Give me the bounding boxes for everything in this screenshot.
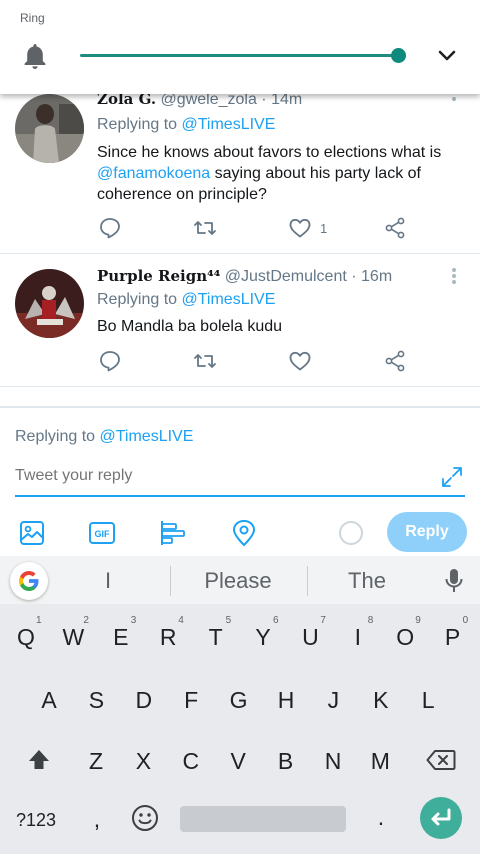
more-options-icon[interactable] (451, 267, 457, 285)
bell-icon[interactable] (22, 42, 48, 70)
key-y[interactable]: Y (243, 624, 283, 651)
key-r[interactable]: R (148, 624, 188, 651)
svg-text:GIF: GIF (95, 529, 111, 539)
composer-replying-to: Replying to @TimesLIVE (15, 428, 194, 445)
volume-panel: Ring (0, 0, 480, 94)
google-icon[interactable] (10, 562, 48, 600)
key-f[interactable]: F (171, 687, 211, 714)
expand-editor-icon[interactable] (440, 465, 464, 489)
mention-link[interactable]: @TimesLIVE (182, 116, 276, 133)
suggestion-1[interactable]: I (88, 568, 128, 594)
retweet-icon[interactable] (193, 216, 217, 240)
key-hint: 1 (36, 615, 42, 626)
key-hint: 6 (273, 615, 279, 626)
volume-stream-label: Ring (20, 11, 45, 25)
like-icon[interactable] (288, 216, 312, 240)
key-l[interactable]: L (408, 687, 448, 714)
key-o[interactable]: O (385, 624, 425, 651)
timestamp: · 16m (351, 268, 393, 285)
key-hint: 7 (320, 615, 326, 626)
replying-to-line: Replying to @TimesLIVE (97, 116, 276, 133)
suggestion-divider (170, 566, 171, 596)
key-hint: 8 (367, 615, 374, 626)
key-w[interactable]: W (53, 624, 93, 651)
chevron-down-icon[interactable] (436, 48, 458, 64)
enter-key[interactable] (420, 797, 462, 839)
key-hint: 5 (225, 615, 232, 626)
comma-key[interactable]: , (77, 806, 117, 833)
suggestion-2[interactable]: Please (188, 568, 288, 594)
volume-slider-thumb[interactable] (391, 48, 406, 63)
shift-icon[interactable] (27, 748, 51, 772)
replying-to-line: Replying to @TimesLIVE (97, 291, 276, 308)
key-g[interactable]: G (219, 687, 259, 714)
suggestion-3[interactable]: The (327, 568, 407, 594)
key-p[interactable]: P (433, 624, 473, 651)
display-name[interactable]: Purple Reign⁴⁴ (97, 267, 220, 285)
photo-icon[interactable] (18, 519, 46, 547)
key-x[interactable]: X (123, 748, 163, 775)
reply-icon[interactable] (98, 216, 122, 240)
tweet-item[interactable]: Zola G. @gwele_zola · 14m Replying to @T… (0, 86, 480, 254)
location-icon[interactable] (230, 519, 258, 547)
microphone-icon[interactable] (444, 568, 464, 594)
reply-composer: Replying to @TimesLIVE GIF Reply (0, 406, 480, 556)
key-c[interactable]: C (171, 748, 211, 775)
suggestion-divider (307, 566, 308, 596)
reply-input-underline (15, 495, 465, 497)
key-k[interactable]: K (361, 687, 401, 714)
mention-link[interactable]: @fanamokoena (97, 165, 210, 182)
key-b[interactable]: B (266, 748, 306, 775)
key-hint: 0 (462, 615, 469, 626)
tweet-header: Purple Reign⁴⁴ @JustDemulcent · 16m (97, 267, 392, 286)
key-e[interactable]: E (101, 624, 141, 651)
emoji-icon[interactable] (131, 804, 159, 832)
key-hint: 3 (130, 615, 137, 626)
enter-icon (431, 808, 451, 826)
space-key[interactable] (180, 806, 346, 832)
tweet-item[interactable]: Purple Reign⁴⁴ @JustDemulcent · 16m Repl… (0, 254, 480, 387)
key-z[interactable]: Z (76, 748, 116, 775)
backspace-icon[interactable] (426, 748, 456, 772)
key-hint: 2 (83, 615, 89, 626)
tweet-text: Since he knows about favors to elections… (97, 144, 442, 203)
key-s[interactable]: S (76, 687, 116, 714)
key-hint: 9 (415, 615, 421, 626)
key-i[interactable]: I (338, 624, 378, 651)
key-u[interactable]: U (290, 624, 330, 651)
share-icon[interactable] (383, 216, 407, 240)
volume-slider-track[interactable] (80, 54, 400, 57)
like-count: 1 (320, 221, 328, 236)
suggestion-bar: I Please The (0, 556, 480, 604)
gif-icon[interactable]: GIF (88, 519, 116, 547)
key-t[interactable]: T (196, 624, 236, 651)
reply-button[interactable]: Reply (387, 512, 467, 552)
reply-input[interactable] (15, 464, 415, 488)
character-counter-ring (339, 521, 363, 545)
symbols-key[interactable]: ?123 (16, 810, 56, 831)
reply-icon[interactable] (98, 349, 122, 373)
tweet-text: Bo Mandla ba bolela kudu (97, 318, 283, 335)
key-q[interactable]: Q (6, 624, 46, 651)
more-options-icon[interactable] (451, 96, 457, 114)
handle[interactable]: @JustDemulcent (225, 268, 347, 285)
onscreen-keyboard: I Please The ?123 , . Q1W2 E3R4 T5Y6U7 I 8 … (0, 556, 480, 854)
retweet-icon[interactable] (193, 349, 217, 373)
key-a[interactable]: A (29, 687, 69, 714)
like-icon[interactable] (288, 349, 312, 373)
avatar[interactable] (15, 94, 84, 163)
key-j[interactable]: J (313, 687, 353, 714)
key-m[interactable]: M (360, 748, 400, 775)
share-icon[interactable] (383, 349, 407, 373)
key-d[interactable]: D (124, 687, 164, 714)
key-v[interactable]: V (218, 748, 258, 775)
mention-link[interactable]: @TimesLIVE (100, 428, 194, 445)
key-h[interactable]: H (266, 687, 306, 714)
key-n[interactable]: N (313, 748, 353, 775)
avatar[interactable] (15, 269, 84, 338)
poll-icon[interactable] (159, 519, 187, 547)
key-hint: 4 (178, 615, 184, 626)
mention-link[interactable]: @TimesLIVE (182, 291, 276, 308)
period-key[interactable]: . (361, 804, 401, 831)
